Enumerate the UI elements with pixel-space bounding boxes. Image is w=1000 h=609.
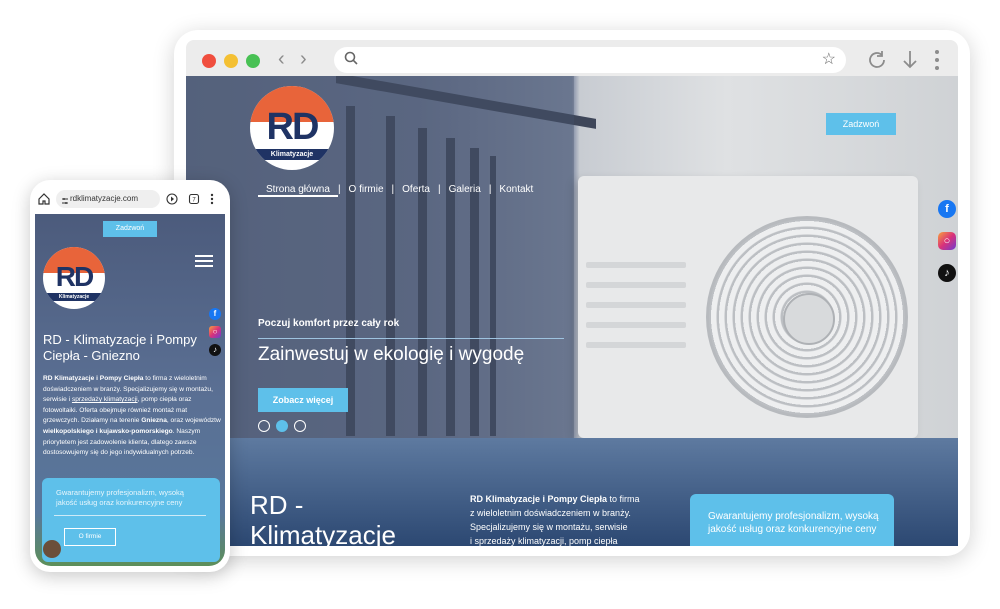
minimize-window-button[interactable] xyxy=(224,54,238,68)
company-name: RD Klimatyzacje i Pompy Ciepła xyxy=(43,375,144,382)
site-info-icon[interactable] xyxy=(61,197,69,205)
ac-fan-hub xyxy=(783,293,835,345)
instagram-icon[interactable]: ○ xyxy=(938,232,956,250)
hero-tag: Poczuj komfort przez cały rok xyxy=(258,318,400,329)
call-button[interactable]: Zadzwoń xyxy=(826,113,896,135)
nav-item-contact[interactable]: Kontakt xyxy=(491,184,541,197)
ac-vent xyxy=(586,282,686,288)
about-paragraph: RD Klimatyzacje i Pompy Ciepła to firma … xyxy=(470,492,670,546)
about-text: to firma xyxy=(607,494,640,504)
card-divider xyxy=(54,515,206,516)
regions: wielkopolskiego i kujawsko-pomorskiego xyxy=(43,427,173,435)
about-text: z wieloletnim doświadczeniem w branży. xyxy=(470,508,631,518)
mobile-viewport: Zadzwoń RD Klimatyzacje f ○ ♪ RD - Klima… xyxy=(35,214,225,566)
mobile-browser-bar: rdklimatyzacje.com 7 xyxy=(34,186,226,214)
home-icon[interactable] xyxy=(38,193,50,205)
about-title-line: Klimatyzacje xyxy=(250,520,396,546)
logo-letters: RD xyxy=(266,106,320,148)
mobile-mockup: rdklimatyzacje.com 7 Zadzwoń RD Klimatyz… xyxy=(30,180,230,572)
link-klimatyzacji[interactable]: sprzedaży klimatyzacji xyxy=(72,396,138,403)
about-title-line: RD - xyxy=(250,490,304,520)
company-name: RD Klimatyzacje i Pompy Ciepła xyxy=(470,494,608,504)
about-text: i sprzedaży klimatyzacji, pomp ciepła xyxy=(470,536,618,546)
about-title: RD - Klimatyzacje xyxy=(250,490,396,546)
see-more-button[interactable]: Zobacz więcej xyxy=(258,388,348,412)
mobile-url: rdklimatyzacje.com xyxy=(70,194,139,203)
site-logo[interactable]: RD Klimatyzacje xyxy=(250,86,334,170)
mobile-site-logo[interactable]: RD Klimatyzacje xyxy=(43,247,105,309)
guarantee-card: Gwarantujemy profesjonalizm, wysoką jako… xyxy=(690,494,894,546)
mobile-call-button[interactable]: Zadzwoń xyxy=(103,221,157,237)
svg-text:7: 7 xyxy=(192,198,196,204)
address-bar[interactable]: ☆ xyxy=(334,47,846,73)
hamburger-menu-icon[interactable] xyxy=(195,252,213,270)
ac-vent xyxy=(586,262,686,268)
more-vertical-icon[interactable] xyxy=(934,49,940,71)
slider-dot[interactable] xyxy=(294,420,306,432)
mobile-page-title: RD - Klimatyzacje i Pompy Ciepła - Gniez… xyxy=(43,332,197,363)
text-span: , oraz województw xyxy=(166,417,221,425)
search-icon xyxy=(344,51,358,65)
main-nav: Strona główna | O firmie | Oferta | Gale… xyxy=(258,184,541,197)
hero-headline: Zainwestuj w ekologię i wygodę xyxy=(258,344,525,365)
nav-item-about[interactable]: O firmie xyxy=(341,184,392,197)
about-section: RD - Klimatyzacje RD Klimatyzacje i Pomp… xyxy=(186,438,958,546)
facebook-icon[interactable]: f xyxy=(938,200,956,218)
reload-icon[interactable] xyxy=(866,49,888,71)
mobile-about-text: RD Klimatyzacje i Pompy Ciepła to firma … xyxy=(43,374,221,459)
close-window-button[interactable] xyxy=(202,54,216,68)
nav-item-gallery[interactable]: Galeria xyxy=(441,184,489,197)
ac-vent xyxy=(586,322,686,328)
desktop-viewport: RD Klimatyzacje Strona główna | O firmie… xyxy=(186,76,958,546)
maximize-window-button[interactable] xyxy=(246,54,260,68)
tabs-icon[interactable]: 7 xyxy=(188,193,200,205)
mobile-guarantee-card: Gwarantujemy profesjonalizm, wysoką jako… xyxy=(42,478,220,562)
tiktok-icon[interactable]: ♪ xyxy=(938,264,956,282)
slider-dot-active[interactable] xyxy=(276,420,288,432)
slider-dots xyxy=(258,420,306,432)
nav-item-home[interactable]: Strona główna xyxy=(258,184,338,197)
guarantee-text: Gwarantujemy profesjonalizm, wysoką jako… xyxy=(56,488,184,507)
chevron-left-icon[interactable]: ‹ xyxy=(278,48,285,71)
ac-vent xyxy=(586,302,686,308)
hero-overlay xyxy=(186,76,574,438)
about-company-button[interactable]: O firmie xyxy=(64,528,116,546)
ac-vent xyxy=(586,342,686,348)
cookie-icon[interactable] xyxy=(43,540,61,558)
logo-letters: RD xyxy=(55,261,94,292)
nav-item-offer[interactable]: Oferta xyxy=(394,184,438,197)
logo-subtitle: Klimatyzacje xyxy=(43,293,105,301)
mobile-url-field[interactable]: rdklimatyzacje.com xyxy=(56,190,160,208)
download-icon[interactable] xyxy=(902,49,918,71)
city-name: Gniezna xyxy=(141,417,167,425)
ac-fan-grille xyxy=(706,216,908,418)
desktop-mockup: ‹ › ☆ RD Klimatyzacje Strona główna | O … xyxy=(174,30,970,556)
more-vertical-icon[interactable] xyxy=(210,193,214,205)
chevron-right-icon[interactable]: › xyxy=(300,48,307,71)
play-icon[interactable] xyxy=(166,193,178,205)
facebook-icon[interactable]: f xyxy=(209,308,221,320)
star-icon[interactable]: ☆ xyxy=(822,49,836,69)
about-text: Specjalizujemy się w montażu, serwisie xyxy=(470,522,628,532)
slider-dot[interactable] xyxy=(258,420,270,432)
logo-subtitle: Klimatyzacje xyxy=(250,149,334,160)
hero-divider xyxy=(258,338,564,339)
